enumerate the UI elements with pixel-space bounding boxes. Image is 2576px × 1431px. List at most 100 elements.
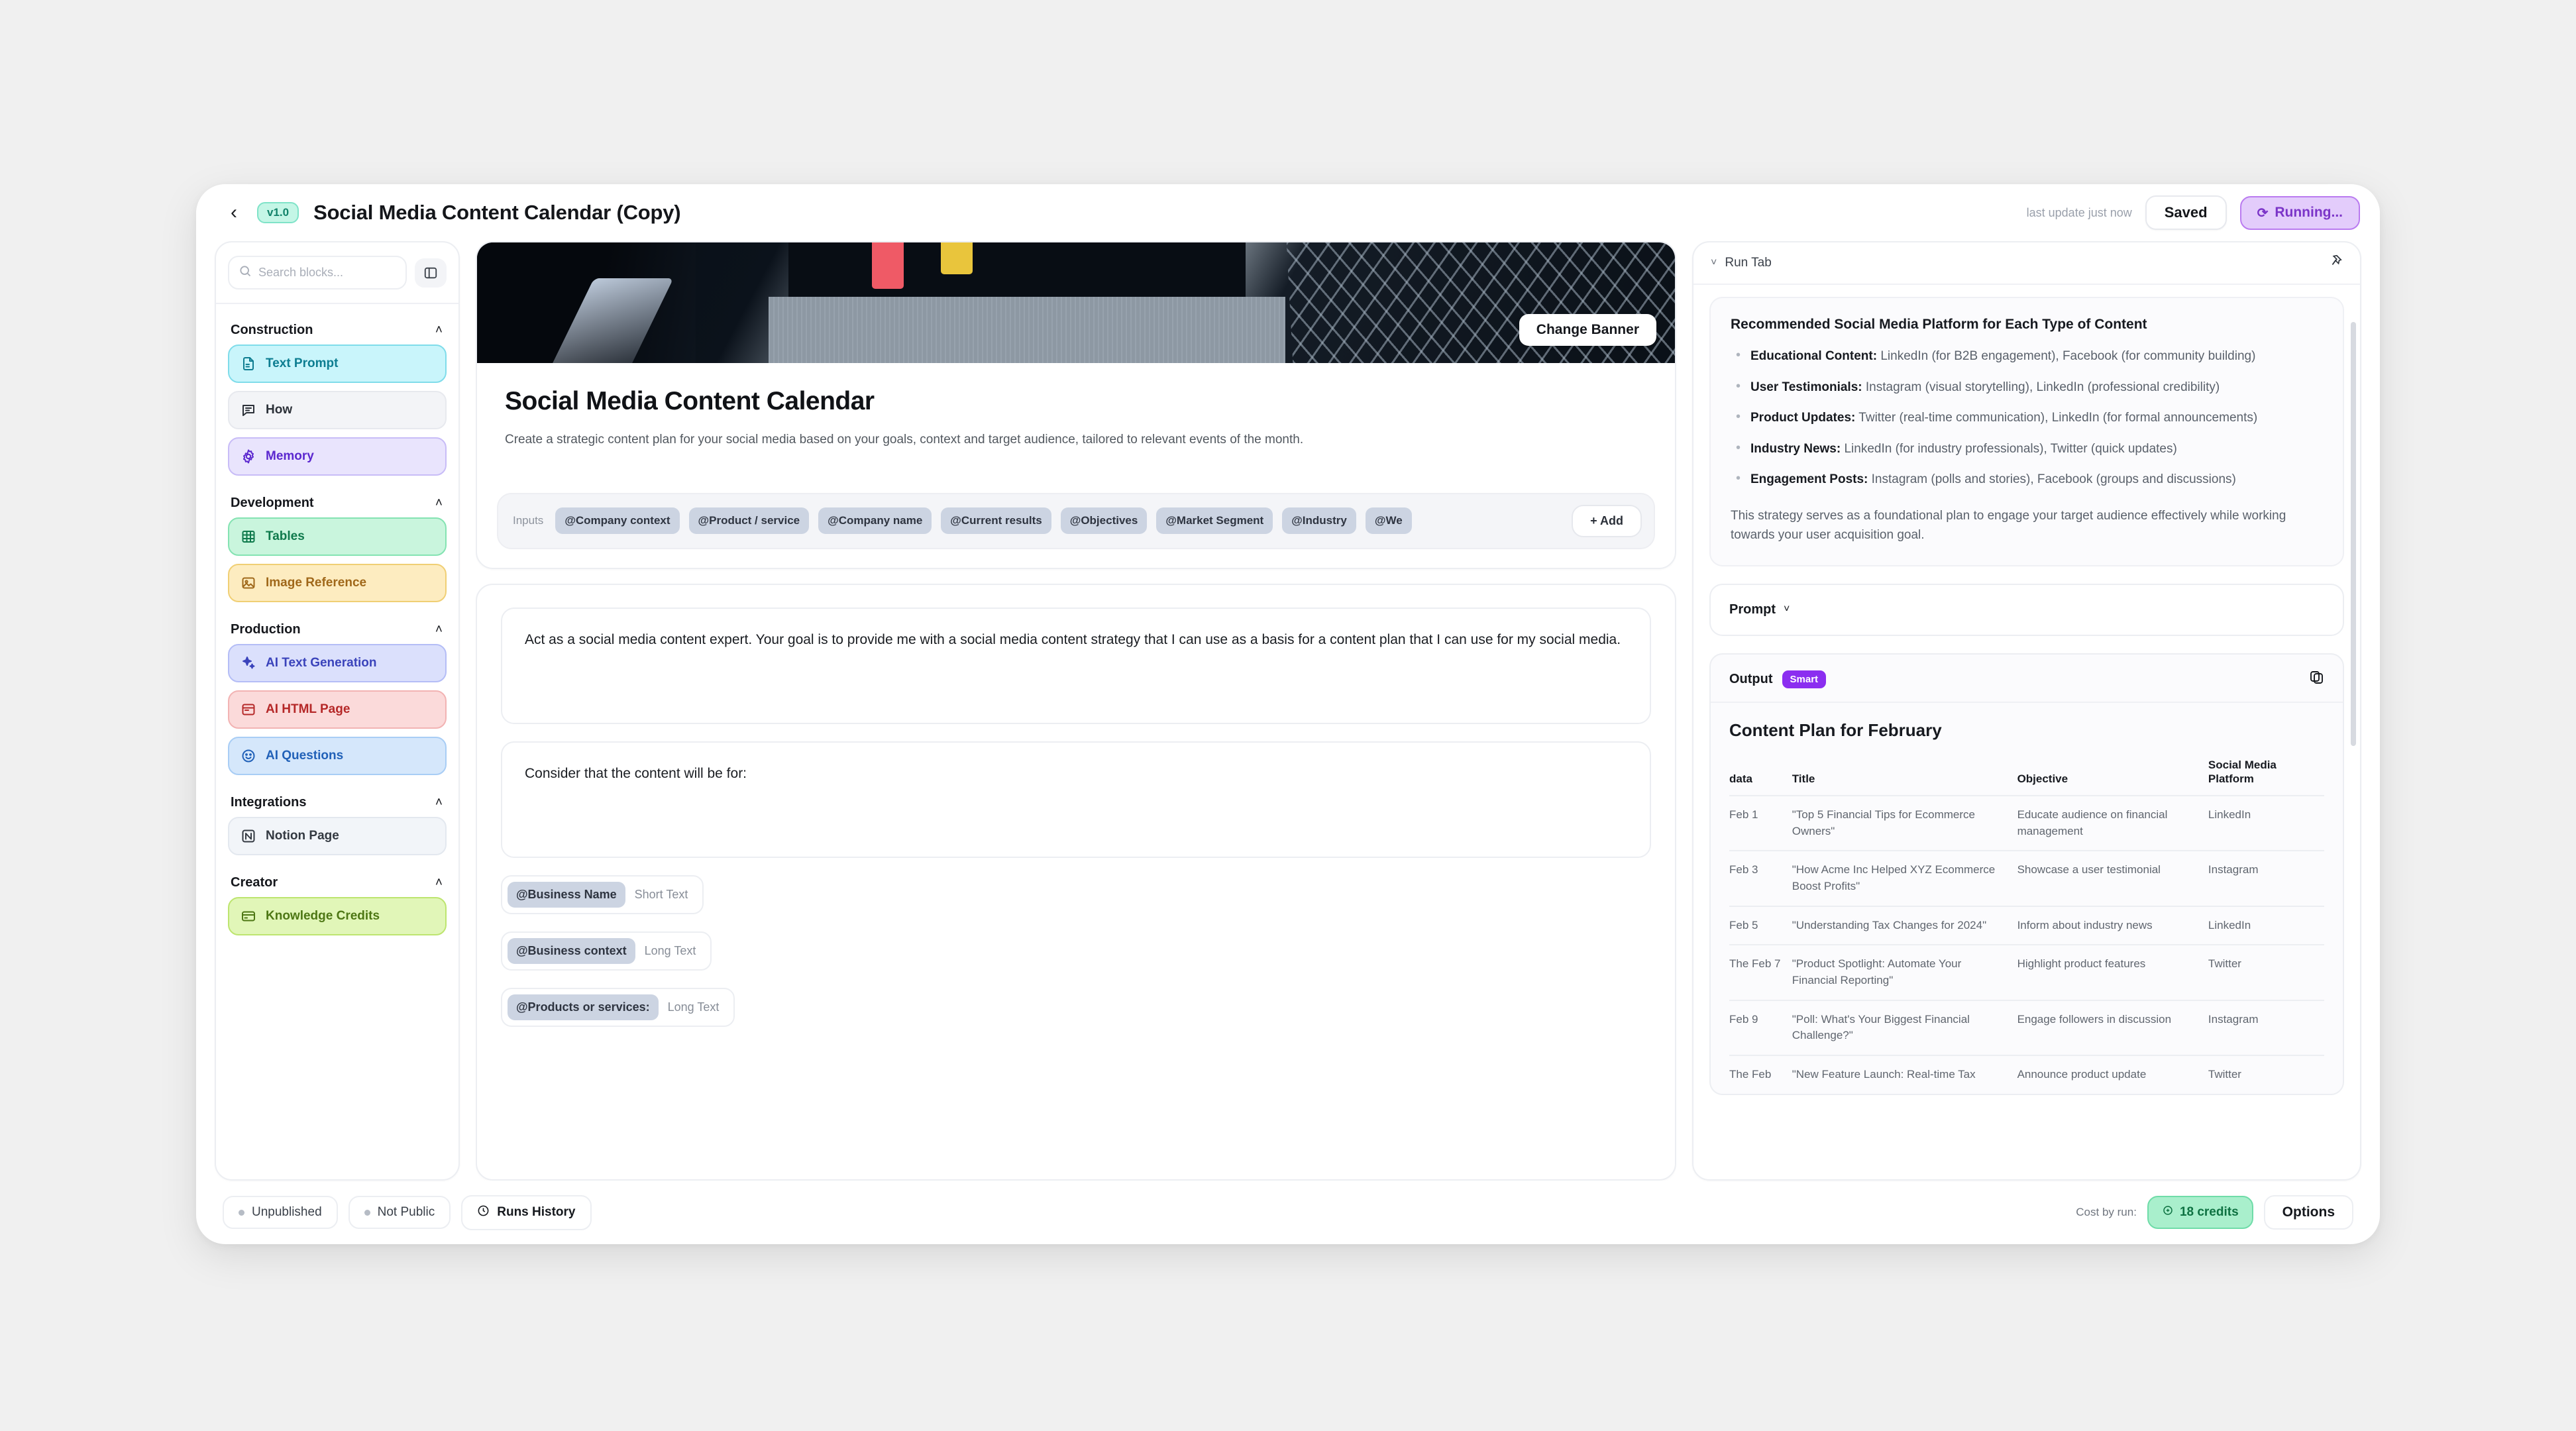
sidebar-item-ai-html-page[interactable]: AI HTML Page [228, 690, 447, 729]
copy-icon[interactable] [2308, 669, 2324, 690]
result-bullet-text: Instagram (visual storytelling), LinkedI… [1862, 380, 2220, 394]
sidebar-item-memory[interactable]: Memory [228, 437, 447, 476]
variable-row: @Business NameShort Text [501, 875, 1651, 914]
chevron-up-icon[interactable]: ˄ [435, 796, 443, 809]
table-cell: Instagram [2208, 851, 2324, 906]
variable-pill[interactable]: @Business NameShort Text [501, 875, 704, 914]
sidebar-item-label: AI HTML Page [266, 702, 350, 717]
file-text-icon [240, 355, 257, 372]
chevron-up-icon[interactable]: ˄ [435, 623, 443, 636]
input-chip[interactable]: @We [1366, 507, 1412, 534]
prompt-section-toggle[interactable]: Prompt ˅ [1709, 584, 2344, 636]
options-button[interactable]: Options [2264, 1195, 2353, 1230]
result-bullet: User Testimonials: Instagram (visual sto… [1731, 378, 2323, 397]
status-dot-icon [364, 1210, 370, 1216]
pin-icon[interactable] [2328, 254, 2343, 272]
sidebar-item-how[interactable]: How [228, 391, 447, 429]
table-cell: Feb 1 [1729, 796, 1792, 851]
table-body: Feb 1"Top 5 Financial Tips for Ecommerce… [1729, 796, 2324, 1093]
run-status-button[interactable]: ⟳ Running... [2240, 196, 2360, 230]
cost-label: Cost by run: [2076, 1206, 2137, 1219]
sidebar-item-text-prompt[interactable]: Text Prompt [228, 344, 447, 383]
not-public-label: Not Public [378, 1205, 435, 1220]
table-row[interactable]: Feb 1"Top 5 Financial Tips for Ecommerce… [1729, 796, 2324, 851]
sidebar-group-production[interactable]: Production˄ [228, 610, 447, 644]
input-chip[interactable]: @Current results [941, 507, 1051, 534]
spinner-icon: ⟳ [2257, 205, 2269, 221]
prompt-text-block[interactable]: Act as a social media content expert. Yo… [501, 608, 1651, 724]
runs-history-label: Runs History [497, 1205, 575, 1220]
sidebar-search-row [216, 242, 458, 303]
chevron-up-icon[interactable]: ˄ [435, 324, 443, 337]
run-panel-scroll[interactable]: Recommended Social Media Platform for Ea… [1693, 285, 2360, 1179]
result-bullet-label: Engagement Posts: [1750, 472, 1868, 486]
unpublished-button[interactable]: Unpublished [223, 1196, 338, 1229]
table-row[interactable]: Feb 9"Poll: What's Your Biggest Financia… [1729, 1000, 2324, 1055]
variable-type: Long Text [645, 944, 702, 958]
vertical-scrollbar[interactable] [2351, 322, 2356, 746]
input-chip[interactable]: @Industry [1282, 507, 1356, 534]
change-banner-button[interactable]: Change Banner [1519, 314, 1656, 346]
banner-key-yellow [941, 242, 973, 274]
result-bullet: Engagement Posts: Instagram (polls and s… [1731, 470, 2323, 489]
header-actions: last update just now Saved ⟳ Running... [2027, 195, 2360, 230]
variable-list: @Business NameShort Text @Business contex… [501, 875, 1651, 1044]
table-row[interactable]: Feb 5"Understanding Tax Changes for 2024… [1729, 906, 2324, 945]
main-editor: Change Banner Social Media Content Calen… [476, 241, 1676, 1181]
save-button[interactable]: Saved [2145, 195, 2227, 230]
table-cell: LinkedIn [2208, 796, 2324, 851]
search-input[interactable] [258, 266, 396, 280]
sidebar-item-label: Memory [266, 449, 314, 464]
table-row[interactable]: The Feb 7"Product Spotlight: Automate Yo… [1729, 945, 2324, 1000]
credits-badge[interactable]: 18 credits [2147, 1196, 2253, 1229]
add-input-button[interactable]: + Add [1572, 505, 1642, 537]
table-cell: Feb 5 [1729, 906, 1792, 945]
variable-pill[interactable]: @Business contextLong Text [501, 931, 712, 971]
table-cell: Announce product update [2017, 1055, 2208, 1094]
output-label: Output [1729, 672, 1773, 687]
table-cell: Feb 3 [1729, 851, 1792, 906]
not-public-button[interactable]: Not Public [349, 1196, 451, 1229]
sidebar-item-label: Knowledge Credits [266, 909, 380, 924]
variable-pill[interactable]: @Products or services:Long Text [501, 988, 735, 1027]
sidebar-item-knowledge-credits[interactable]: Knowledge Credits [228, 897, 447, 935]
panel-layout-icon[interactable] [415, 258, 447, 288]
chevron-up-icon[interactable]: ˄ [435, 497, 443, 509]
input-chip[interactable]: @Product / service [689, 507, 810, 534]
hero-body: Social Media Content Calendar Create a s… [477, 363, 1675, 468]
input-chip[interactable]: @Company context [555, 507, 679, 534]
search-icon [239, 264, 252, 281]
search-box[interactable] [228, 256, 407, 290]
footer-right: Cost by run: 18 credits Options [2076, 1195, 2353, 1230]
sidebar-item-ai-questions[interactable]: AI Questions [228, 737, 447, 775]
sidebar-group-construction[interactable]: Construction˄ [228, 311, 447, 344]
banner-key-red [872, 242, 904, 289]
sidebar-group-creator[interactable]: Creator˄ [228, 863, 447, 897]
table-row[interactable]: The Feb"New Feature Launch: Real-time Ta… [1729, 1055, 2324, 1094]
sidebar-item-notion-page[interactable]: Notion Page [228, 817, 447, 855]
table-column-header: Objective [2017, 758, 2208, 796]
input-chip[interactable]: @Company name [818, 507, 932, 534]
input-chip[interactable]: @Market Segment [1156, 507, 1273, 534]
status-badge: Smart [1782, 670, 1827, 688]
runs-history-button[interactable]: Runs History [461, 1195, 591, 1230]
sidebar-group-integrations[interactable]: Integrations˄ [228, 783, 447, 817]
table-row[interactable]: Feb 3"How Acme Inc Helped XYZ Ecommerce … [1729, 851, 2324, 906]
sidebar-item-image-reference[interactable]: Image Reference [228, 564, 447, 602]
run-panel: ˅ Run Tab Recommended Social Media Platf… [1692, 241, 2361, 1181]
sidebar-group-development[interactable]: Development˄ [228, 484, 447, 517]
run-tab-header[interactable]: ˅ Run Tab [1693, 242, 2360, 285]
back-button[interactable]: ‹ [223, 201, 245, 224]
result-bullet-list: Educational Content: LinkedIn (for B2B e… [1731, 347, 2323, 489]
top-header: ‹ v1.0 Social Media Content Calendar (Co… [196, 184, 2380, 241]
result-bullet-text: Twitter (real-time communication), Linke… [1855, 411, 2257, 425]
chevron-up-icon[interactable]: ˄ [435, 876, 443, 889]
sidebar-item-label: How [266, 403, 292, 417]
sidebar-item-tables[interactable]: Tables [228, 517, 447, 556]
result-paragraph: This strategy serves as a foundational p… [1731, 506, 2323, 545]
sidebar-item-label: Notion Page [266, 829, 339, 843]
prompt-text-block[interactable]: Consider that the content will be for: [501, 741, 1651, 858]
input-chip[interactable]: @Objectives [1061, 507, 1148, 534]
blocks-sidebar: Construction˄Text Prompt How Memory Develop… [215, 241, 460, 1181]
sidebar-item-ai-text-generation[interactable]: AI Text Generation [228, 644, 447, 682]
